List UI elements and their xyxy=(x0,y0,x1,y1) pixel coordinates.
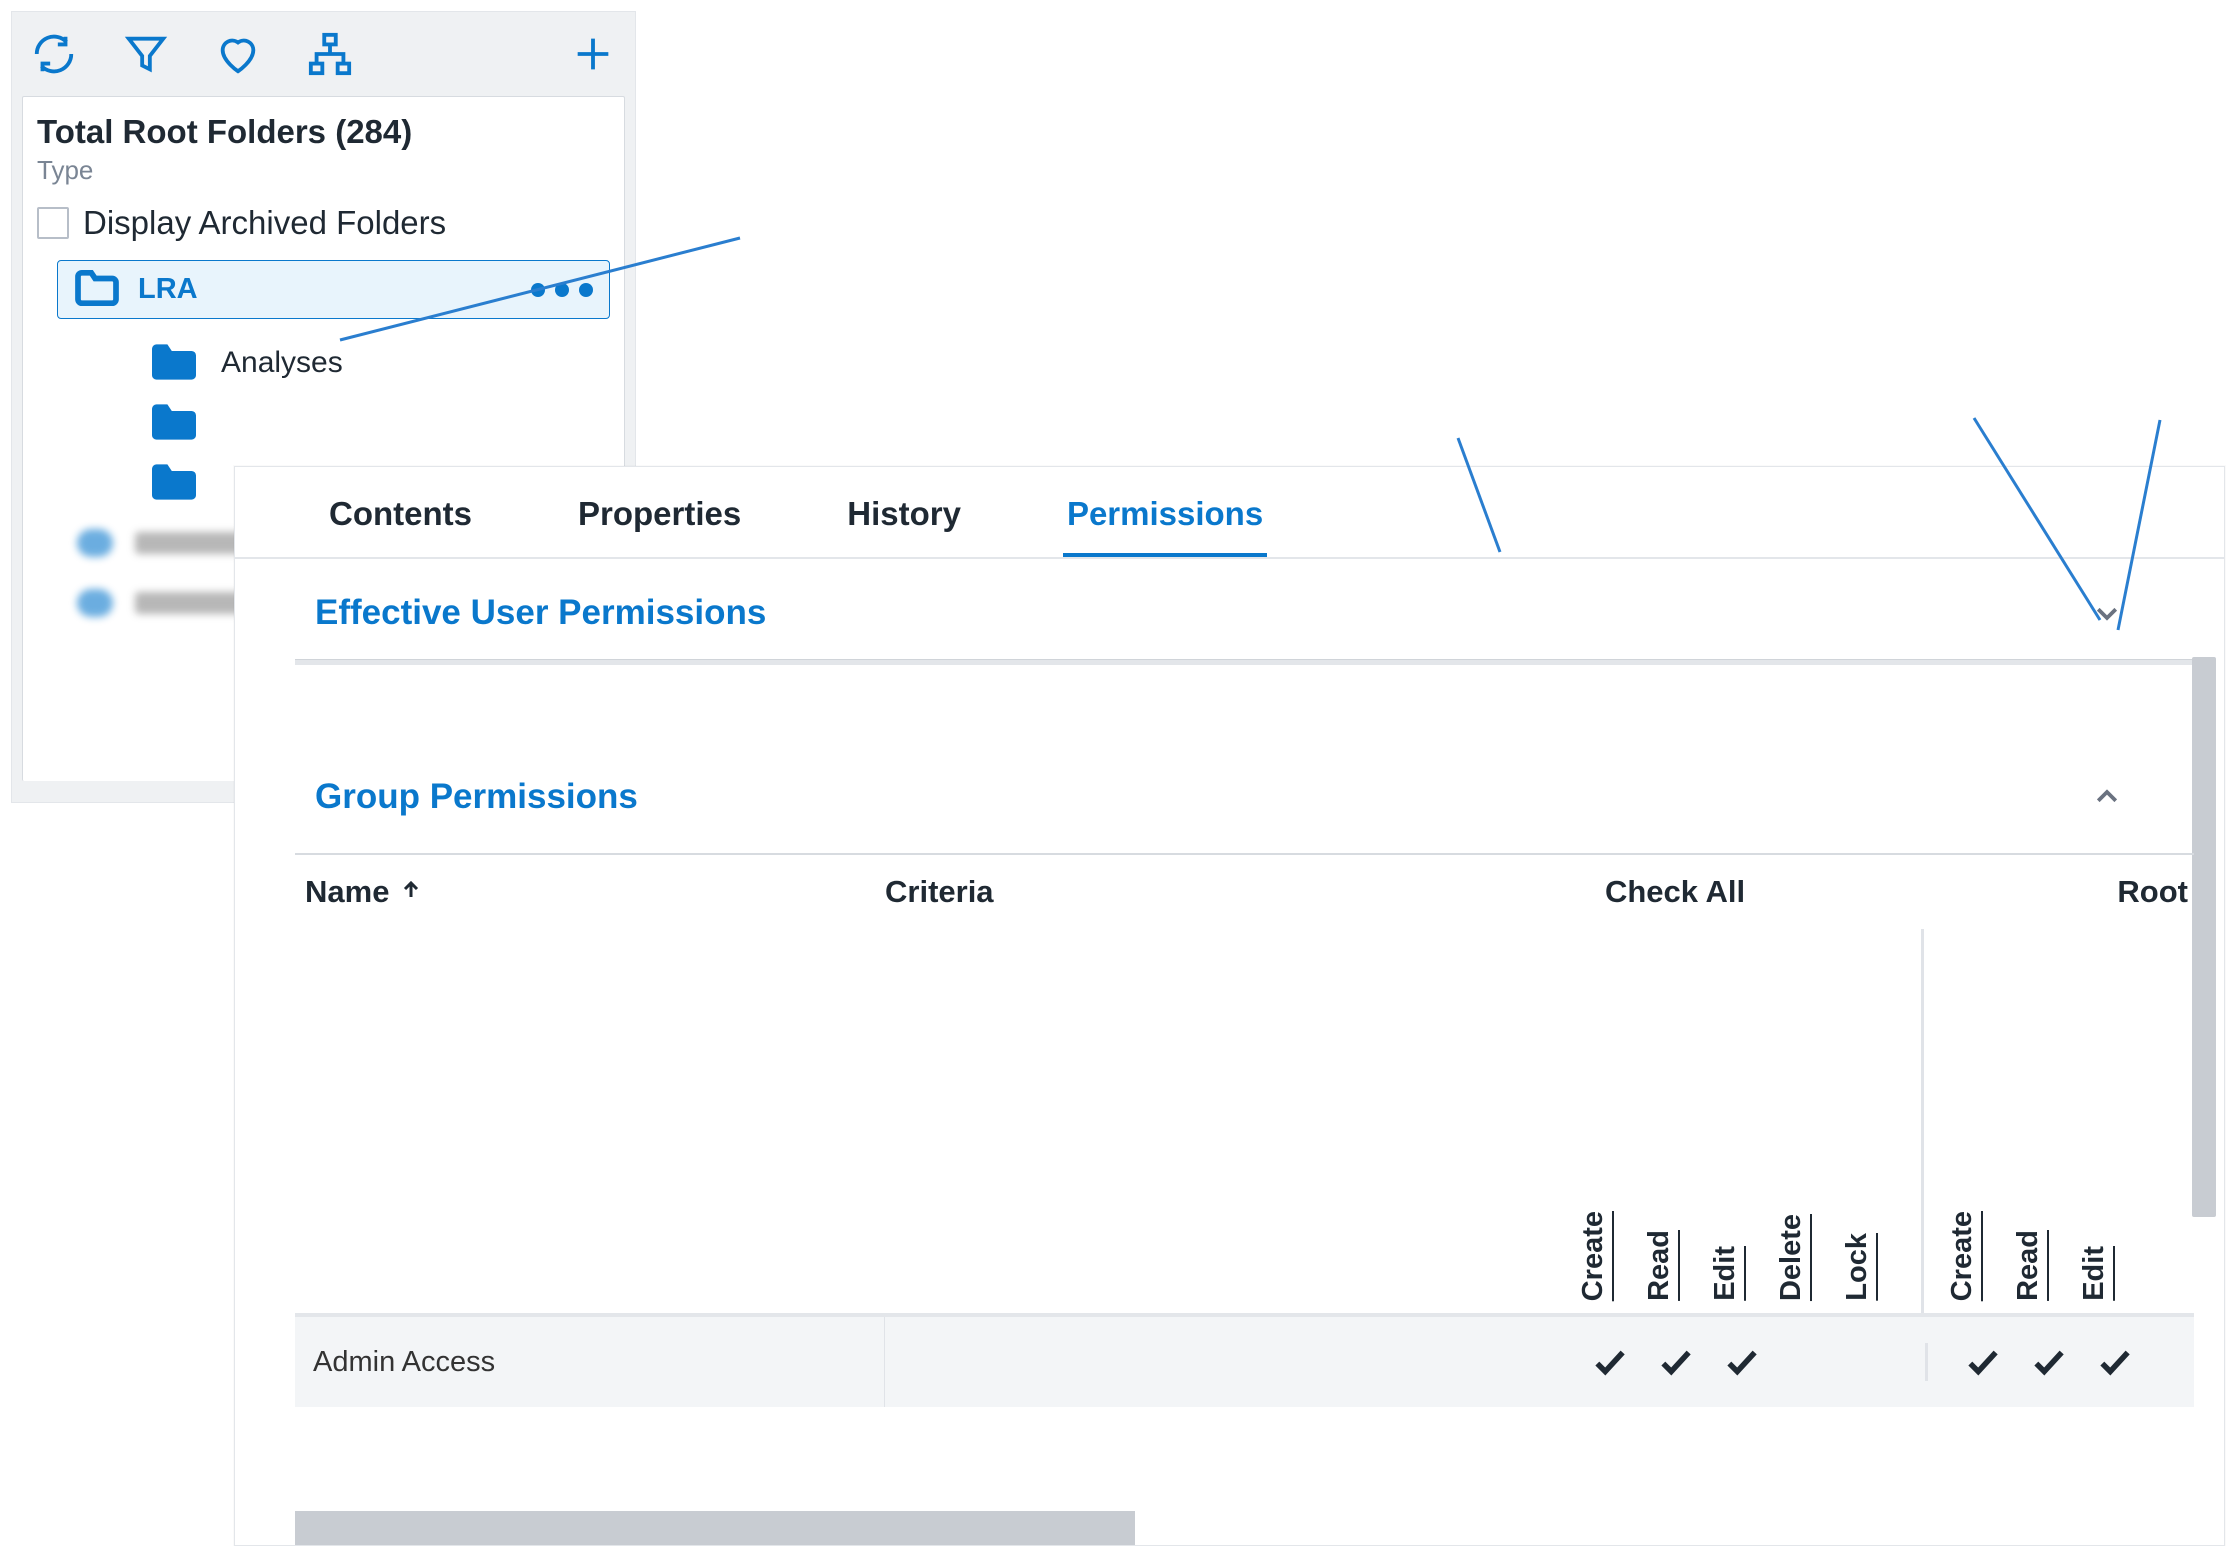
hierarchy-icon[interactable] xyxy=(302,26,358,82)
check-cell[interactable] xyxy=(1775,1343,1841,1381)
check-cell[interactable] xyxy=(2082,1343,2148,1381)
permissions-table: Name Criteria Check All Root CreateReadE… xyxy=(295,853,2194,1463)
display-archived-checkbox[interactable] xyxy=(37,207,69,239)
section-group-permissions[interactable]: Group Permissions xyxy=(295,743,2194,843)
more-icon[interactable] xyxy=(531,283,593,297)
subfolder-row[interactable]: Analyses xyxy=(147,333,610,393)
check-cell[interactable] xyxy=(1577,1343,1643,1381)
permission-column-header[interactable]: Edit xyxy=(2078,1242,2140,1301)
vertical-scrollbar[interactable] xyxy=(2192,657,2216,1217)
permission-column-header[interactable]: Lock xyxy=(1841,1229,1903,1301)
permission-column-header[interactable]: Create xyxy=(1946,1207,2008,1301)
table-row[interactable]: Admin Access xyxy=(295,1317,2194,1407)
subfolder-row[interactable] xyxy=(147,393,610,453)
row-name: Admin Access xyxy=(295,1317,885,1407)
row-checks-main xyxy=(1555,1343,1907,1381)
folder-row-selected[interactable]: LRA xyxy=(57,260,610,319)
check-cell[interactable] xyxy=(1841,1343,1907,1381)
permission-column-header[interactable]: Read xyxy=(1643,1226,1705,1301)
heart-icon[interactable] xyxy=(210,26,266,82)
root-folders-subtitle: Type xyxy=(37,155,610,186)
sort-asc-icon[interactable] xyxy=(399,874,423,910)
chevron-up-icon[interactable] xyxy=(2090,780,2124,814)
folder-icon xyxy=(147,400,201,447)
tab-history[interactable]: History xyxy=(843,485,965,557)
table-body: Admin Access xyxy=(295,1317,2194,1407)
column-root-header[interactable]: Root xyxy=(1925,874,2194,910)
permission-column-header[interactable]: Read xyxy=(2012,1226,2074,1301)
tab-properties[interactable]: Properties xyxy=(574,485,745,557)
display-archived-row[interactable]: Display Archived Folders xyxy=(37,204,610,242)
tab-contents[interactable]: Contents xyxy=(325,485,476,557)
chevron-down-icon[interactable] xyxy=(2090,596,2124,630)
folder-icon xyxy=(147,460,201,507)
horizontal-scrollbar[interactable] xyxy=(295,1511,1135,1545)
permission-columns-main: CreateReadEditDeleteLock xyxy=(1555,929,1921,1313)
filter-icon[interactable] xyxy=(118,26,174,82)
column-criteria-header[interactable]: Criteria xyxy=(885,874,1425,910)
refresh-icon[interactable] xyxy=(26,26,82,82)
folder-icon xyxy=(147,340,201,387)
table-subheader-row: CreateReadEditDeleteLock CreateReadEdit xyxy=(295,929,2194,1317)
tab-permissions[interactable]: Permissions xyxy=(1063,485,1267,557)
permission-columns-root: CreateReadEdit xyxy=(1921,929,2158,1313)
folder-label: LRA xyxy=(138,273,513,306)
display-archived-label: Display Archived Folders xyxy=(83,204,446,242)
permission-column-header[interactable]: Create xyxy=(1577,1207,1639,1301)
section-effective-user-permissions[interactable]: Effective User Permissions xyxy=(295,559,2194,659)
check-cell[interactable] xyxy=(1643,1343,1709,1381)
section-title: Effective User Permissions xyxy=(315,593,2090,633)
sidebar-toolbar xyxy=(12,12,635,96)
details-panel: Contents Properties History Permissions … xyxy=(234,466,2225,1546)
column-checkall-header[interactable]: Check All xyxy=(1425,874,1925,910)
folder-icon xyxy=(74,269,120,310)
root-folders-header: Total Root Folders (284) xyxy=(37,113,610,151)
check-cell[interactable] xyxy=(1709,1343,1775,1381)
row-checks-root xyxy=(1925,1343,2148,1381)
section-title: Group Permissions xyxy=(315,777,2090,817)
table-header-row: Name Criteria Check All Root xyxy=(295,855,2194,929)
add-icon[interactable] xyxy=(565,26,621,82)
permission-column-header[interactable]: Delete xyxy=(1775,1210,1837,1301)
tab-bar: Contents Properties History Permissions xyxy=(235,467,2224,559)
subfolder-label: Analyses xyxy=(221,346,343,380)
check-cell[interactable] xyxy=(1950,1343,2016,1381)
permission-column-header[interactable]: Edit xyxy=(1709,1242,1771,1301)
permissions-scroll-area: Effective User Permissions Group Permiss… xyxy=(235,559,2224,1545)
column-name-header[interactable]: Name xyxy=(295,874,885,910)
check-cell[interactable] xyxy=(2016,1343,2082,1381)
